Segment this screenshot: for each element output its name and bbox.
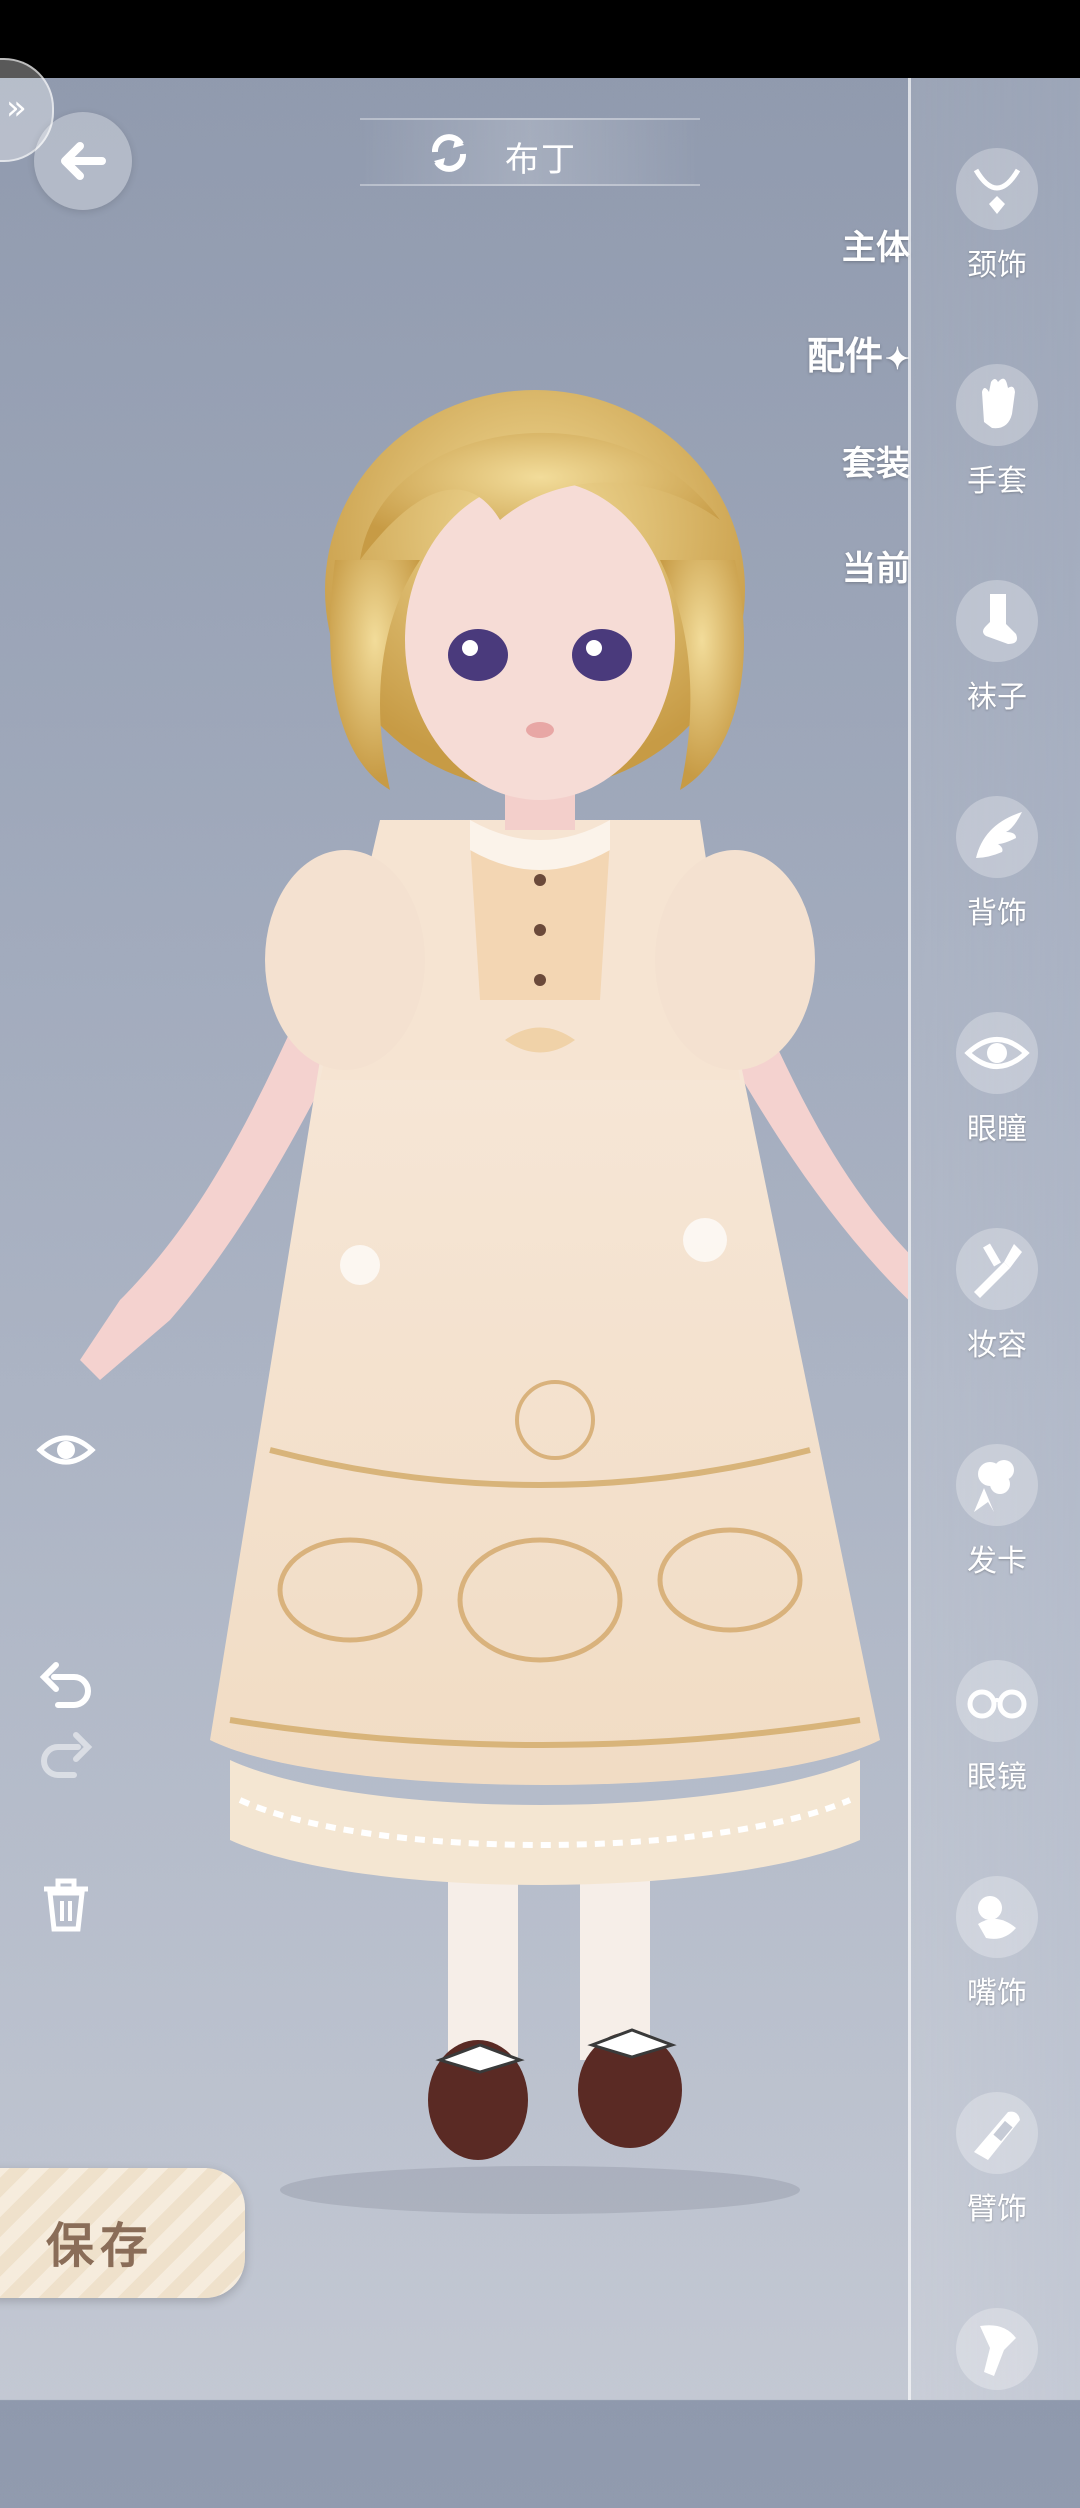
redo-icon[interactable] — [36, 1725, 96, 1785]
eye-icon — [964, 1037, 1030, 1069]
slot-label: 背饰 — [967, 896, 1027, 931]
slot-mouth[interactable]: 嘴饰 — [911, 1876, 1080, 2076]
save-button[interactable]: 保存 — [0, 2168, 245, 2298]
slot-arm[interactable]: 臂饰 — [911, 2092, 1080, 2292]
slot-back[interactable]: 背饰 — [911, 796, 1080, 996]
slot-label: 眼镜 — [967, 1760, 1027, 1795]
slot-label: 妆容 — [967, 1328, 1027, 1363]
slot-label: 眼瞳 — [967, 1112, 1027, 1147]
double-chevron-right-icon: » — [6, 88, 27, 128]
glove-icon — [982, 378, 1015, 429]
tab-accessories[interactable]: 配件 — [807, 325, 910, 380]
slot-label: 嘴饰 — [967, 1976, 1027, 2011]
slot-label: 发卡 — [967, 1544, 1027, 1579]
slot-label: 臂饰 — [967, 2192, 1027, 2227]
undo-icon[interactable] — [36, 1655, 96, 1715]
slot-label: 颈饰 — [967, 248, 1027, 283]
tab-current[interactable]: 当前 — [807, 541, 910, 590]
slot-glasses[interactable]: 眼镜 — [911, 1660, 1080, 1860]
character-name: 布丁 — [505, 140, 577, 180]
slot-label: 袜子 — [967, 680, 1027, 715]
back-button[interactable] — [34, 112, 132, 210]
character-name-bar[interactable]: 布丁 — [360, 118, 700, 186]
glasses-icon — [967, 1689, 1027, 1719]
eye-toggle-icon[interactable] — [36, 1420, 96, 1480]
slot-makeup[interactable]: 妆容 — [911, 1228, 1080, 1428]
tab-outfits[interactable]: 套装 — [807, 436, 910, 485]
armband-icon — [974, 2111, 1020, 2160]
slot-more[interactable] — [911, 2308, 1080, 2508]
slot-socks[interactable]: 袜子 — [911, 580, 1080, 780]
wing-icon — [976, 812, 1022, 858]
accessory-slot-panel: 颈饰 手套 袜子 背饰 眼瞳 妆容 发卡 眼镜 嘴饰 臂饰 — [908, 78, 1080, 2400]
slot-gloves[interactable]: 手套 — [911, 364, 1080, 564]
partial-icon — [980, 2325, 1016, 2376]
sync-icon — [432, 134, 466, 172]
category-tabs: 主体 配件 套装 当前 — [807, 220, 910, 646]
makeup-brush-icon — [974, 1243, 1022, 1298]
pacifier-icon — [978, 1896, 1016, 1939]
tab-main[interactable]: 主体 — [807, 220, 910, 269]
slot-necklace[interactable]: 颈饰 — [911, 148, 1080, 348]
slot-label: 手套 — [967, 464, 1027, 499]
hairclip-icon — [974, 1460, 1014, 1512]
necklace-icon — [973, 168, 1021, 214]
save-label: 保存 — [46, 2218, 155, 2274]
character-figure — [80, 390, 908, 2214]
slot-pupils[interactable]: 眼瞳 — [911, 1012, 1080, 1212]
trash-icon[interactable] — [36, 1875, 96, 1935]
sock-icon — [983, 594, 1017, 644]
slot-hairclip[interactable]: 发卡 — [911, 1444, 1080, 1644]
arrow-left-icon — [61, 142, 106, 180]
